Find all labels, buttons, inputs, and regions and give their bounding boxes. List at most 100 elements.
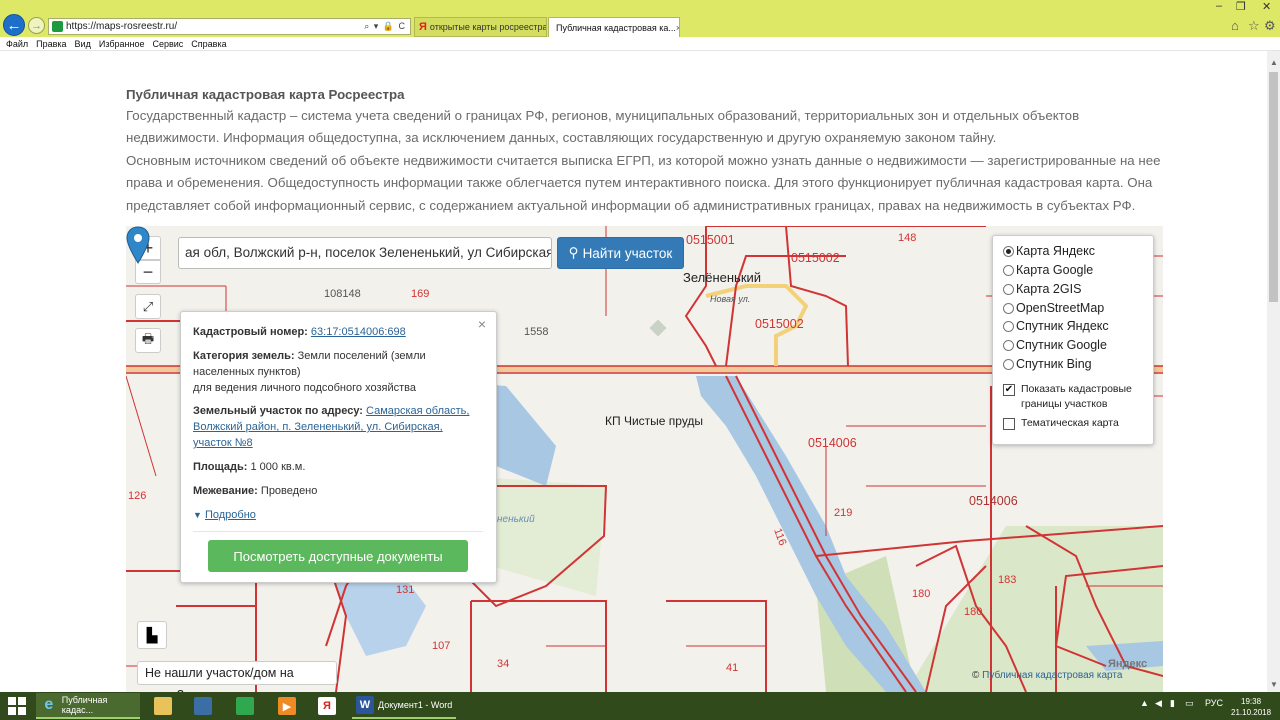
layer-option-yandex-satellite[interactable]: Спутник Яндекс: [1003, 317, 1109, 335]
thematic-map-option[interactable]: Тематическая карта: [1003, 416, 1119, 431]
scrollbar-thumb[interactable]: [1269, 72, 1278, 302]
taskbar-ie-window[interactable]: e Публичная кадас...: [36, 693, 140, 719]
tab-yandex-search[interactable]: Я открытые карты росреестра ...: [414, 17, 547, 37]
menu-bar: Файл Правка Вид Избранное Сервис Справка: [0, 37, 1280, 51]
layer-option-2gis-map[interactable]: Карта 2GIS: [1003, 280, 1081, 298]
menu-tools[interactable]: Сервис: [152, 39, 183, 49]
not-found-help-button[interactable]: Не нашли участок/дом на карте?: [137, 661, 337, 692]
map-label: 169: [411, 288, 430, 300]
view-documents-button[interactable]: Посмотреть доступные документы: [208, 540, 468, 572]
address-bar[interactable]: https://maps-rosreestr.ru/ ⌕ ▾ 🔒 C: [48, 18, 411, 35]
forward-button[interactable]: →: [28, 17, 45, 34]
word-icon: W: [356, 696, 374, 714]
taskbar-word-window[interactable]: W Документ1 - Word: [352, 693, 456, 719]
caret-down-icon: ▼: [193, 510, 202, 520]
address-url[interactable]: https://maps-rosreestr.ru/: [66, 21, 364, 32]
system-clock[interactable]: 19:38 21.10.2018: [1231, 696, 1271, 718]
settings-gear-icon[interactable]: ⚙: [1264, 18, 1276, 34]
tab-close-icon[interactable]: ×: [676, 23, 679, 33]
search-icon: ⚲: [568, 245, 579, 260]
taskbar-label: Документ1 - Word: [378, 700, 453, 710]
taskbar-app[interactable]: [190, 693, 216, 719]
land-use-value: для ведения личного подсобного хозяйства: [193, 382, 416, 394]
network-icon: [194, 697, 212, 715]
address-label: Земельный участок по адресу:: [193, 405, 363, 417]
cadastral-number-label: Кадастровый номер:: [193, 326, 308, 338]
show-borders-option[interactable]: ✔ Показать кадастровые границы участков: [1003, 382, 1148, 412]
find-parcel-button[interactable]: ⚲ Найти участок: [557, 237, 684, 269]
layer-option-yandex-map[interactable]: Карта Яндекс: [1003, 242, 1095, 260]
tray-chevron-icon[interactable]: ▲: [1140, 698, 1149, 708]
intro-paragraph-1: Государственный кадастр – система учета …: [126, 108, 1080, 146]
radio-selected-icon[interactable]: [1003, 245, 1014, 257]
map-label-kp: КП Чистые пруды: [605, 414, 704, 428]
radio-icon[interactable]: [1003, 320, 1014, 332]
layer-label: OpenStreetMap: [1016, 301, 1105, 315]
folder-icon: [154, 697, 172, 715]
back-button[interactable]: ←: [3, 14, 25, 36]
radio-icon[interactable]: [1003, 264, 1014, 276]
volume-icon[interactable]: ◀: [1155, 698, 1162, 709]
address-tools[interactable]: ⌕ ▾ 🔒 C: [364, 21, 410, 32]
favorites-star-icon[interactable]: ☆: [1248, 18, 1260, 34]
taskbar-yandex[interactable]: Я: [314, 693, 340, 719]
scroll-down-icon[interactable]: ▼: [1270, 680, 1278, 689]
show-borders-label: Показать кадастровые границы участков: [1021, 383, 1132, 410]
map-label: 131: [396, 584, 415, 596]
radio-icon[interactable]: [1003, 302, 1014, 314]
layer-option-google-map[interactable]: Карта Google: [1003, 261, 1093, 279]
tab-cadastral-map[interactable]: Публичная кадастровая ка... ×: [548, 17, 680, 37]
map-label: 41: [726, 662, 739, 674]
radio-icon[interactable]: [1003, 283, 1014, 295]
page-content: Публичная кадастровая карта Росреестра Г…: [0, 51, 1267, 692]
minimize-icon[interactable]: –: [1216, 0, 1222, 12]
tab-label: открытые карты росреестра ...: [429, 22, 547, 32]
details-toggle[interactable]: ▼ Подробно: [193, 507, 483, 523]
taskbar-explorer[interactable]: [150, 693, 176, 719]
map-label: 0514006: [808, 436, 857, 450]
taskbar-label: Публичная кадас...: [61, 695, 108, 715]
layer-option-bing-satellite[interactable]: Спутник Bing: [1003, 355, 1092, 373]
battery-icon[interactable]: ▭: [1185, 698, 1194, 709]
details-link[interactable]: Подробно: [205, 509, 256, 521]
ruler-button[interactable]: ▙: [137, 621, 167, 649]
cadastral-map[interactable]: 148 0515001 0515002 0515002 Зелёненький …: [126, 226, 1163, 692]
map-label: 183: [998, 574, 1017, 586]
print-button[interactable]: 🖶: [135, 328, 161, 353]
fullscreen-button[interactable]: ⤢: [135, 294, 161, 319]
scroll-up-icon[interactable]: ▲: [1270, 58, 1278, 67]
home-icon[interactable]: ⌂: [1231, 18, 1239, 33]
map-label: 34: [497, 658, 510, 670]
area-label: Площадь:: [193, 461, 248, 473]
language-indicator[interactable]: РУС: [1205, 698, 1223, 708]
radio-icon[interactable]: [1003, 339, 1014, 351]
radio-icon[interactable]: [1003, 358, 1014, 370]
store-icon: [236, 697, 254, 715]
menu-file[interactable]: Файл: [6, 39, 28, 49]
windows-taskbar: e Публичная кадас... ▶ Я W Документ1 - W…: [0, 692, 1280, 720]
map-marker-icon[interactable]: [126, 226, 150, 264]
yandex-browser-icon: Я: [318, 697, 336, 715]
area-value: 1 000 кв.м.: [250, 461, 306, 473]
menu-view[interactable]: Вид: [75, 39, 91, 49]
checkbox-checked[interactable]: ✔: [1003, 384, 1015, 396]
taskbar-media[interactable]: ▶: [274, 693, 300, 719]
restore-icon[interactable]: ❐: [1236, 0, 1246, 13]
layer-option-google-satellite[interactable]: Спутник Google: [1003, 336, 1107, 354]
map-label-river: ненький: [497, 514, 535, 525]
taskbar-store[interactable]: [232, 693, 258, 719]
close-window-icon[interactable]: ✕: [1262, 0, 1271, 13]
cadastral-number-link[interactable]: 63:17:0514006:698: [311, 326, 406, 338]
thematic-map-label: Тематическая карта: [1021, 417, 1119, 429]
menu-help[interactable]: Справка: [191, 39, 226, 49]
map-label: 0515001: [686, 233, 735, 247]
copyright-link[interactable]: Публичная кадастровая карта: [982, 670, 1122, 681]
network-tray-icon[interactable]: ▮: [1170, 698, 1175, 709]
menu-favorites[interactable]: Избранное: [99, 39, 145, 49]
map-label: 148: [898, 232, 917, 244]
menu-edit[interactable]: Правка: [36, 39, 66, 49]
windows-start-icon[interactable]: [8, 697, 26, 715]
checkbox[interactable]: [1003, 418, 1015, 430]
layer-option-osm[interactable]: OpenStreetMap: [1003, 299, 1104, 317]
address-search-input[interactable]: ая обл, Волжский р-н, поселок Зелененьки…: [178, 237, 552, 269]
